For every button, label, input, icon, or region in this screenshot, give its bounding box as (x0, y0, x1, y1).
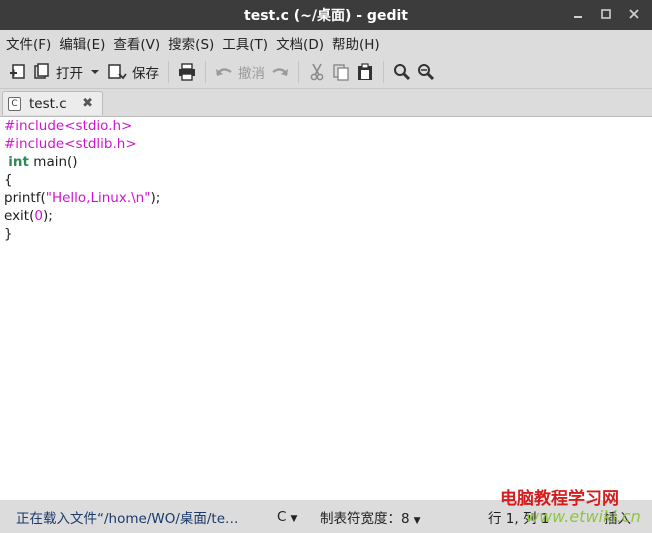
status-message: 正在载入文件“/home/WO/桌面/te… (16, 510, 239, 527)
menu-view[interactable]: 查看(V) (109, 33, 164, 53)
code-keyword: int (8, 154, 29, 170)
copy-icon (333, 64, 349, 81)
redo-button[interactable] (268, 58, 292, 86)
code-text: printf( (4, 190, 46, 206)
chevron-down-icon: ▼ (290, 513, 298, 524)
open-label: 打开 (56, 66, 83, 82)
minimize-icon[interactable] (570, 6, 586, 22)
tab-test-c[interactable]: C test.c ✖ (2, 91, 103, 115)
printer-icon (179, 63, 195, 81)
save-label: 保存 (132, 66, 159, 82)
undo-icon (216, 68, 232, 76)
toolbar-separator (205, 61, 206, 83)
recent-files-dropdown[interactable] (86, 58, 104, 86)
c-file-icon: C (8, 96, 21, 111)
maximize-icon[interactable] (598, 6, 614, 22)
open-button[interactable]: 打开 (30, 58, 86, 86)
save-button[interactable]: 保存 (104, 58, 162, 86)
code-line: } (4, 226, 13, 242)
tab-width-label: 制表符宽度：8 (320, 510, 410, 527)
window-controls (570, 6, 642, 22)
search-icon (394, 64, 411, 81)
toolbar-separator (298, 61, 299, 83)
window-title: test.c (~/桌面) - gedit (244, 8, 408, 24)
toolbar-separator (383, 61, 384, 83)
code-text: ); (42, 208, 53, 224)
cut-button[interactable] (305, 58, 329, 86)
code-text: ); (150, 190, 161, 206)
tab-width-selector[interactable]: 制表符宽度：8 ▼ (320, 507, 421, 527)
menu-file[interactable]: 文件(F) (2, 33, 55, 53)
language-label: C (277, 508, 287, 525)
menu-documents[interactable]: 文档(D) (272, 33, 328, 53)
paste-button[interactable] (353, 58, 377, 86)
scissors-icon (310, 63, 324, 81)
search-replace-icon (418, 64, 435, 81)
tab-label: test.c (29, 95, 67, 112)
watermark-title: 电脑教程学习网 (500, 489, 619, 509)
search-replace-button[interactable] (414, 58, 438, 86)
new-document-icon (10, 64, 25, 79)
save-icon (108, 64, 127, 80)
title-bar: test.c (~/桌面) - gedit (0, 0, 652, 30)
code-line: { (4, 172, 13, 188)
watermark-url: www.etwiki.cn (526, 507, 641, 526)
print-button[interactable] (175, 58, 199, 86)
close-icon[interactable] (626, 6, 642, 22)
undo-button[interactable]: 撤消 (212, 58, 268, 86)
code-text: main() (29, 154, 78, 170)
code-line: #include<stdlib.h> (4, 136, 137, 152)
code-text: exit( (4, 208, 35, 224)
redo-icon (272, 68, 288, 76)
code-string: "Hello,Linux.\n" (45, 190, 151, 206)
text-editor-area[interactable]: #include<stdio.h> #include<stdlib.h> int… (0, 116, 652, 501)
menu-bar: 文件(F) 编辑(E) 查看(V) 搜索(S) 工具(T) 文档(D) 帮助(H… (0, 30, 652, 56)
language-selector[interactable]: C ▼ (277, 509, 297, 525)
code-number: 0 (34, 208, 43, 224)
undo-label: 撤消 (238, 66, 265, 82)
copy-button[interactable] (329, 58, 353, 86)
chevron-down-icon (91, 70, 99, 74)
menu-edit[interactable]: 编辑(E) (55, 33, 109, 53)
gedit-window: test.c (~/桌面) - gedit 文件(F) 编辑(E) 查看(V) … (0, 0, 652, 533)
tab-close-icon[interactable]: ✖ (82, 96, 93, 111)
search-button[interactable] (390, 58, 414, 86)
toolbar: 打开 保存 撤消 (0, 56, 652, 89)
paste-icon (358, 63, 372, 80)
code-content: #include<stdio.h> #include<stdlib.h> int… (4, 117, 160, 243)
menu-tools[interactable]: 工具(T) (218, 33, 272, 53)
code-line: #include<stdio.h> (4, 118, 133, 134)
chevron-down-icon: ▼ (413, 515, 421, 526)
toolbar-separator (168, 61, 169, 83)
document-tab-bar: C test.c ✖ (0, 89, 652, 115)
menu-search[interactable]: 搜索(S) (164, 33, 218, 53)
menu-help[interactable]: 帮助(H) (328, 33, 384, 53)
new-document-button[interactable] (6, 58, 30, 86)
open-icon (34, 63, 49, 79)
